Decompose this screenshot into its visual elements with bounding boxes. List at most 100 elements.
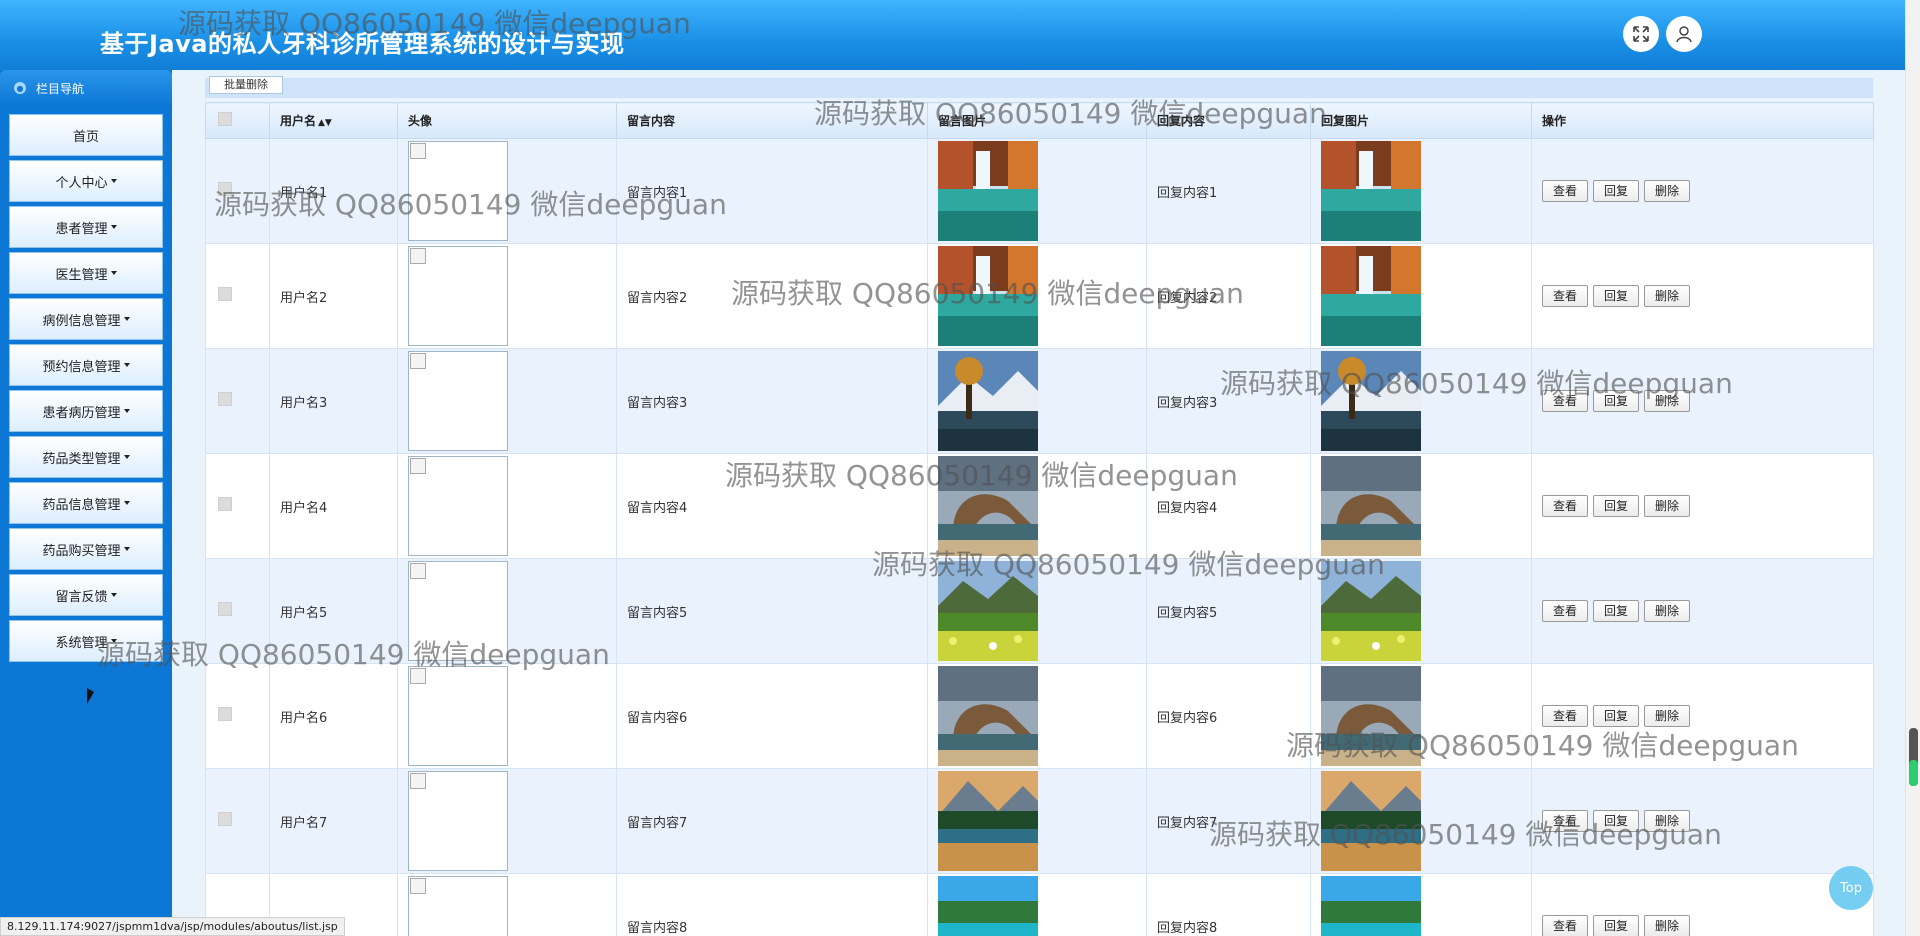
scrollbar-accent <box>1909 760 1918 786</box>
message-image <box>938 246 1146 346</box>
reply-button[interactable]: 回复 <box>1593 180 1640 202</box>
reply-button[interactable]: 回复 <box>1593 915 1640 936</box>
sidebar-item[interactable]: 患者管理 <box>9 206 163 248</box>
actions-cell: 查看 回复 删除 <box>1531 243 1874 349</box>
reply-button[interactable]: 回复 <box>1593 495 1640 517</box>
table-row: 留言内容8 回复内容8 查看 回复 删除 <box>205 873 1874 936</box>
avatar-cell <box>397 873 617 936</box>
row-checkbox[interactable] <box>205 453 270 559</box>
message-image <box>938 666 1146 766</box>
table-row: 用户名3 留言内容3 回复内容3 查看 回复 删除 <box>205 348 1874 454</box>
avatar-image <box>408 771 508 871</box>
sidebar-item[interactable]: 个人中心 <box>9 160 163 202</box>
reply-button[interactable]: 回复 <box>1593 285 1640 307</box>
message-cell: 留言内容3 <box>616 348 928 454</box>
view-button[interactable]: 查看 <box>1542 390 1589 412</box>
reply-button[interactable]: 回复 <box>1593 705 1640 727</box>
view-button[interactable]: 查看 <box>1542 285 1589 307</box>
user-icon[interactable] <box>1666 16 1702 52</box>
reply-image <box>1321 351 1531 451</box>
sidebar-menu: 首页 个人中心 患者管理 医生管理病例信息管理预约信息管理 患者病历管理 药品类型管理 药品… <box>0 106 172 662</box>
delete-button[interactable]: 删除 <box>1644 600 1691 622</box>
username-cell: 用户名2 <box>269 243 398 349</box>
avatar-image <box>408 456 508 556</box>
sidebar-item[interactable]: 首页 <box>9 114 163 156</box>
caret-down-icon <box>123 501 130 505</box>
row-checkbox[interactable] <box>205 348 270 454</box>
sidebar-item[interactable]: 医生管理 <box>9 252 163 294</box>
broken-image-icon <box>410 143 426 159</box>
table-header-row: 用户名 ▲▼ 头像 留言内容 留言图片 回复内容 回复图片 操作 <box>205 102 1874 139</box>
sidebar-item-label: 系统管理 <box>55 635 108 651</box>
sidebar-item-label: 病例信息管理 <box>42 313 121 329</box>
delete-button[interactable]: 删除 <box>1644 285 1691 307</box>
row-checkbox[interactable] <box>205 243 270 349</box>
sidebar-heading: 栏目导航 <box>36 81 85 96</box>
reply-button[interactable]: 回复 <box>1593 600 1640 622</box>
reply-button[interactable]: 回复 <box>1593 390 1640 412</box>
select-all-checkbox[interactable] <box>205 102 270 139</box>
actions-cell: 查看 回复 删除 <box>1531 873 1874 936</box>
message-image-cell <box>927 453 1147 559</box>
batch-delete-button[interactable]: 批量删除 <box>209 76 283 94</box>
broken-image-icon <box>410 878 426 894</box>
actions-cell: 查看 回复 删除 <box>1531 558 1874 664</box>
top-bar: 基于Java的私人牙科诊所管理系统的设计与实现 <box>0 0 1905 70</box>
delete-button[interactable]: 删除 <box>1644 180 1691 202</box>
table-row: 用户名5 留言内容5 回复内容5 查看 回复 删除 <box>205 558 1874 664</box>
sidebar-item[interactable]: 药品类型管理 <box>9 436 163 478</box>
caret-down-icon <box>110 639 117 643</box>
delete-button[interactable]: 删除 <box>1644 810 1691 832</box>
sidebar: ● 栏目导航 首页 个人中心 患者管理 医生管理 病例信息管理 预约信息管理 患者病历管理药… <box>0 70 172 936</box>
broken-image-icon <box>410 668 426 684</box>
avatar-cell <box>397 558 617 664</box>
view-button[interactable]: 查看 <box>1542 495 1589 517</box>
row-checkbox[interactable] <box>205 768 270 874</box>
table-row: 用户名6 留言内容6 回复内容6 查看 回复 删除 <box>205 663 1874 769</box>
sidebar-item[interactable]: 病例信息管理 <box>9 298 163 340</box>
view-button[interactable]: 查看 <box>1542 810 1589 832</box>
sidebar-item[interactable]: 留言反馈 <box>9 574 163 616</box>
row-checkbox[interactable] <box>205 558 270 664</box>
sidebar-item-label: 留言反馈 <box>55 589 108 605</box>
column-header-username[interactable]: 用户名 ▲▼ <box>269 102 398 139</box>
message-image-cell <box>927 663 1147 769</box>
reply-cell: 回复内容6 <box>1146 663 1311 769</box>
sidebar-item[interactable]: 药品信息管理 <box>9 482 163 524</box>
broken-image-icon <box>410 458 426 474</box>
delete-button[interactable]: 删除 <box>1644 390 1691 412</box>
sidebar-item[interactable]: 预约信息管理 <box>9 344 163 386</box>
avatar-image <box>408 876 508 936</box>
view-button[interactable]: 查看 <box>1542 705 1589 727</box>
view-button[interactable]: 查看 <box>1542 600 1589 622</box>
column-header-actions: 操作 <box>1531 102 1874 139</box>
caret-down-icon <box>123 547 130 551</box>
reply-image <box>1321 141 1531 241</box>
reply-button[interactable]: 回复 <box>1593 810 1640 832</box>
sidebar-item[interactable]: 药品购买管理 <box>9 528 163 570</box>
reply-image-cell <box>1310 138 1532 244</box>
row-checkbox[interactable] <box>205 138 270 244</box>
message-image-cell <box>927 873 1147 936</box>
message-image <box>938 351 1146 451</box>
reply-cell: 回复内容5 <box>1146 558 1311 664</box>
message-image-cell <box>927 558 1147 664</box>
avatar-cell <box>397 348 617 454</box>
view-button[interactable]: 查看 <box>1542 915 1589 936</box>
delete-button[interactable]: 删除 <box>1644 495 1691 517</box>
page-scrollbar[interactable] <box>1905 0 1920 936</box>
reply-image-cell <box>1310 348 1532 454</box>
actions-cell: 查看 回复 删除 <box>1531 138 1874 244</box>
avatar-cell <box>397 453 617 559</box>
fullscreen-icon[interactable] <box>1623 16 1659 52</box>
view-button[interactable]: 查看 <box>1542 180 1589 202</box>
back-to-top-button[interactable]: Top <box>1829 866 1873 910</box>
delete-button[interactable]: 删除 <box>1644 915 1691 936</box>
sort-icon[interactable]: ▲▼ <box>318 118 332 128</box>
reply-image <box>1321 771 1531 871</box>
row-checkbox[interactable] <box>205 663 270 769</box>
sidebar-item[interactable]: 患者病历管理 <box>9 390 163 432</box>
avatar-cell <box>397 243 617 349</box>
delete-button[interactable]: 删除 <box>1644 705 1691 727</box>
sidebar-item[interactable]: 系统管理 <box>9 620 163 662</box>
